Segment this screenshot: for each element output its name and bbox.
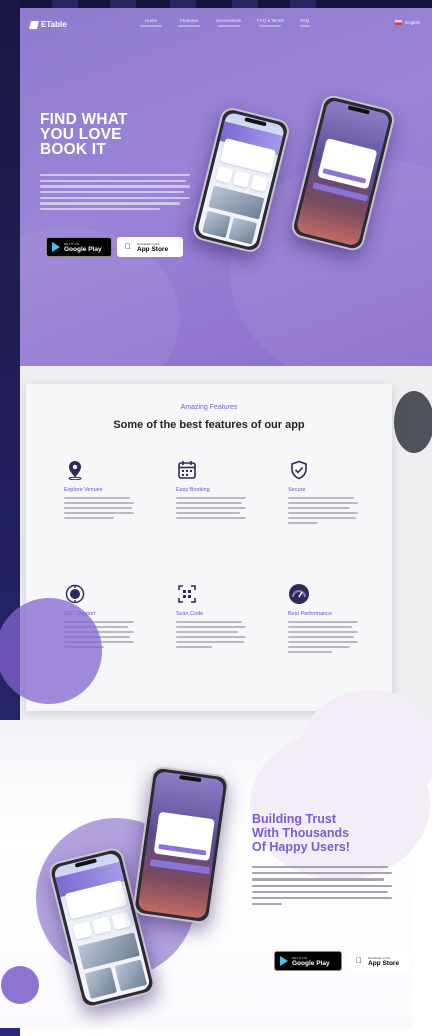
hero-title: FIND WHAT YOU LOVE BOOK IT: [40, 111, 128, 158]
nav-item-features[interactable]: Features: [178, 18, 200, 27]
top-frame: [0, 0, 432, 8]
hero-description: [40, 174, 190, 214]
feature-secure: Secure: [288, 459, 366, 524]
nav-item-screenshots[interactable]: Screenshots: [216, 18, 241, 27]
app-store-button[interactable]:  Download on the App Store: [117, 237, 183, 257]
google-play-button[interactable]: GET IT ON Google Play: [46, 237, 112, 257]
flag-icon: [395, 20, 403, 25]
app-store-button-2[interactable]:  Download on the App Store: [348, 951, 410, 971]
google-play-icon: [52, 242, 60, 252]
language-selector[interactable]: English: [395, 20, 420, 25]
decorative-gray-circle: [394, 391, 432, 453]
calendar-icon: [176, 459, 198, 481]
nav-item-home[interactable]: Home: [140, 18, 162, 27]
map-pin-icon: [64, 459, 86, 481]
decorative-corner-circle: [1, 966, 39, 1004]
top-navigation: ETable Home Features Screenshots FAQ & T…: [20, 8, 432, 42]
google-play-button-2[interactable]: GET IT ON Google Play: [274, 951, 342, 971]
nav-menu: Home Features Screenshots FAQ & Terms FA…: [140, 18, 310, 27]
features-subtitle: Amazing Features: [180, 404, 238, 411]
hero-section: ETable Home Features Screenshots FAQ & T…: [20, 8, 432, 366]
brand-logo[interactable]: ETable: [28, 20, 67, 29]
logo-mark-icon: [28, 20, 40, 29]
nav-item-faq[interactable]: FAQ: [299, 18, 310, 27]
feature-scan-code: Scan Code: [176, 583, 254, 648]
apple-icon: : [123, 242, 133, 252]
feature-explore-venues: Explore Venues: [64, 459, 142, 519]
google-play-icon: [280, 956, 288, 966]
nav-item-terms[interactable]: FAQ & Terms: [257, 18, 284, 27]
feature-best-performance: Best Performance: [288, 583, 366, 653]
qr-scan-icon: [176, 583, 198, 605]
brand-name: ETable: [41, 20, 67, 29]
shield-check-icon: [288, 459, 310, 481]
features-title: Some of the best features of our app: [113, 419, 305, 431]
language-label: English: [405, 20, 420, 25]
feature-easy-booking: Easy Booking: [176, 459, 254, 519]
apple-icon: : [354, 956, 364, 966]
decorative-purple-circle: [0, 598, 102, 704]
speedometer-icon: [288, 583, 310, 605]
trust-title: Building Trust With Thousands Of Happy U…: [252, 812, 350, 854]
trust-description: [252, 866, 392, 909]
